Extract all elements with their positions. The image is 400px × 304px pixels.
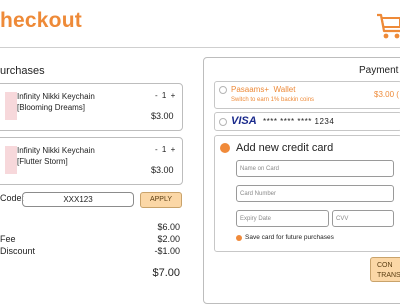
save-card-label: Save card for future purchases: [245, 234, 334, 241]
saved-card-option[interactable]: VISA **** **** **** 1234: [214, 112, 400, 131]
item-price: $3.00: [151, 165, 174, 175]
masked-card-number: **** **** **** 1234: [263, 117, 335, 126]
promo-code-input[interactable]: XXX123: [22, 192, 134, 207]
new-card-option[interactable]: Add new credit card Name on Card Card Nu…: [214, 135, 400, 252]
cvv-field[interactable]: CVV: [332, 210, 394, 227]
apply-button[interactable]: APPLY: [140, 192, 182, 208]
quantity-stepper[interactable]: - 1 +: [155, 91, 176, 100]
purchase-item-2: Infinity Nikki Keychain [Flutter Storm] …: [0, 137, 183, 185]
expiry-date-field[interactable]: Expiry Date: [236, 210, 329, 227]
saved-card-radio[interactable]: [219, 118, 227, 126]
increase-button[interactable]: +: [171, 145, 177, 154]
add-card-label: Add new credit card: [236, 142, 334, 154]
discount-label: Discount: [0, 246, 36, 256]
subtotal-value: $6.00: [157, 222, 180, 232]
increase-button[interactable]: +: [171, 91, 177, 100]
wallet-subtitle: Switch to earn 1% backin coins: [231, 97, 315, 103]
save-card-checkbox[interactable]: [236, 235, 242, 241]
wallet-name: Pasaams+ Wallet: [231, 85, 296, 94]
product-thumbnail: [5, 92, 17, 120]
quantity-value: 1: [161, 91, 168, 100]
card-number-field[interactable]: Card Number: [236, 185, 394, 202]
header-divider: [0, 47, 400, 48]
fee-value: $2.00: [157, 234, 180, 244]
decrease-button[interactable]: -: [155, 145, 159, 154]
confirm-transaction-button[interactable]: CON TRANS: [370, 257, 400, 282]
discount-value: -$1.00: [154, 246, 180, 256]
quantity-stepper[interactable]: - 1 +: [155, 145, 176, 154]
purchase-item-1: Infinity Nikki Keychain [Blooming Dreams…: [0, 83, 183, 131]
wallet-radio[interactable]: [219, 86, 227, 94]
purchases-title: urchases: [0, 65, 45, 77]
decrease-button[interactable]: -: [155, 91, 159, 100]
total-value: $7.00: [152, 267, 180, 279]
quantity-value: 1: [161, 145, 168, 154]
new-card-radio[interactable]: [220, 143, 230, 153]
item-name: Infinity Nikki Keychain [Flutter Storm]: [17, 146, 95, 166]
item-price: $3.00: [151, 111, 174, 121]
visa-logo-icon: VISA: [231, 115, 257, 127]
wallet-option[interactable]: Pasaams+ Wallet Switch to earn 1% backin…: [214, 81, 400, 109]
page-title: heckout: [0, 9, 82, 32]
promo-code-label: Code:: [0, 193, 25, 203]
name-on-card-field[interactable]: Name on Card: [236, 160, 394, 177]
product-thumbnail: [5, 146, 17, 174]
item-name: Infinity Nikki Keychain [Blooming Dreams…: [17, 92, 95, 112]
payment-title: Payment: [359, 65, 399, 76]
fee-label: Fee: [0, 234, 16, 244]
wallet-balance: $3.00 (: [374, 90, 399, 99]
shopping-cart-icon[interactable]: [376, 11, 400, 43]
